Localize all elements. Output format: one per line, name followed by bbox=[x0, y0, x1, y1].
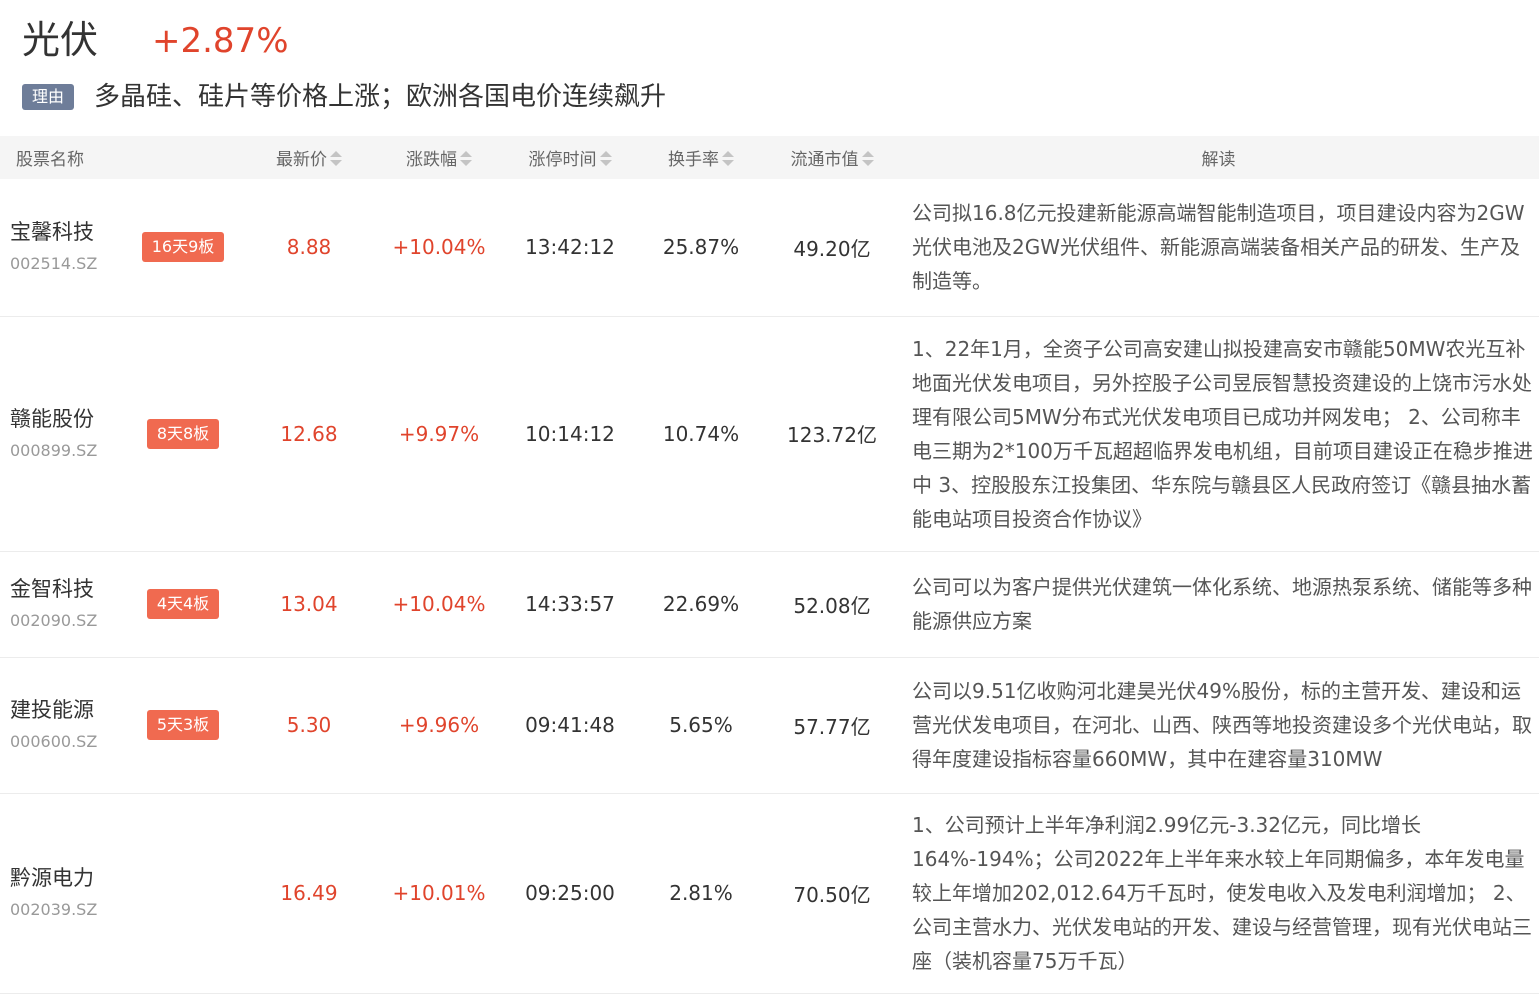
stock-name-cell[interactable]: 建投能源 000600.SZ bbox=[0, 657, 122, 793]
change-percent: +9.96% bbox=[398, 713, 480, 737]
reason-row: 理由 多晶硅、硅片等价格上涨；欧洲各国电价连续飙升 bbox=[22, 78, 666, 116]
sort-icon[interactable] bbox=[599, 151, 612, 167]
stock-code: 002039.SZ bbox=[10, 900, 98, 919]
col-header-turnover[interactable]: 换手率 bbox=[636, 136, 766, 179]
float-market-cap: 57.77亿 bbox=[793, 714, 871, 739]
stock-name-cell[interactable]: 金智科技 002090.SZ bbox=[0, 551, 122, 657]
turnover-rate: 10.74% bbox=[662, 421, 740, 446]
turnover-rate: 22.69% bbox=[662, 592, 740, 616]
limit-time: 09:41:48 bbox=[525, 713, 615, 737]
limit-time: 14:33:57 bbox=[525, 592, 615, 616]
col-header-float-cap[interactable]: 流通市值 bbox=[766, 136, 898, 179]
sector-header: 光伏 +2.87% 理由 多晶硅、硅片等价格上涨；欧洲各国电价连续飙升 bbox=[0, 0, 1539, 136]
streak-badge: 4天4板 bbox=[146, 589, 220, 619]
turnover-rate: 25.87% bbox=[662, 235, 740, 260]
sort-icon[interactable] bbox=[460, 151, 472, 167]
stock-description: 1、22年1月，全资子公司高安建山拟投建高安市赣能50MW农光互补地面光伏发电项… bbox=[912, 336, 1533, 531]
col-header-price[interactable]: 最新价 bbox=[244, 136, 374, 179]
sector-title: 光伏 bbox=[22, 18, 99, 62]
stock-name[interactable]: 金智科技 bbox=[10, 574, 122, 604]
streak-badge-cell bbox=[122, 793, 244, 993]
limit-time: 10:14:12 bbox=[525, 421, 615, 446]
stock-description: 公司可以为客户提供光伏建筑一体化系统、地源热泵系统、储能等多种能源供应方案 bbox=[912, 575, 1532, 633]
stock-description: 1、公司预计上半年净利润2.99亿元-3.32亿元，同比增长164%-194%；… bbox=[912, 813, 1532, 973]
limit-time: 09:25:00 bbox=[525, 881, 615, 905]
sort-icon[interactable] bbox=[330, 151, 342, 167]
table-header-row: 股票名称 最新价 涨跌幅 涨停时间 换手率 流通市值 解读 bbox=[0, 136, 1539, 179]
float-market-cap: 123.72亿 bbox=[787, 423, 877, 447]
float-market-cap: 52.08亿 bbox=[793, 593, 871, 618]
stock-name-cell[interactable]: 宝馨科技 002514.SZ bbox=[0, 179, 122, 316]
float-market-cap: 70.50亿 bbox=[793, 882, 871, 907]
stock-table: 股票名称 最新价 涨跌幅 涨停时间 换手率 流通市值 解读 宝馨科技 00251… bbox=[0, 136, 1539, 994]
stock-name[interactable]: 宝馨科技 bbox=[10, 217, 122, 247]
table-row[interactable]: 建投能源 000600.SZ 5天3板 5.30 +9.96% 09:41:48… bbox=[0, 657, 1539, 793]
col-header-limit-time[interactable]: 涨停时间 bbox=[504, 136, 636, 179]
col-header-name: 股票名称 bbox=[16, 150, 84, 170]
price: 8.88 bbox=[286, 235, 332, 260]
change-percent: +10.04% bbox=[392, 592, 486, 616]
stock-name-cell[interactable]: 黔源电力 002039.SZ bbox=[0, 793, 122, 993]
float-market-cap: 49.20亿 bbox=[793, 236, 871, 261]
col-header-badge bbox=[122, 136, 244, 179]
reason-text: 多晶硅、硅片等价格上涨；欧洲各国电价连续飙升 bbox=[94, 82, 667, 112]
table-row[interactable]: 宝馨科技 002514.SZ 16天9板 8.88 +10.04% 13:42:… bbox=[0, 179, 1539, 316]
stock-name[interactable]: 黔源电力 bbox=[10, 863, 122, 893]
col-header-change[interactable]: 涨跌幅 bbox=[374, 136, 504, 179]
stock-code: 000899.SZ bbox=[10, 440, 98, 460]
stock-description: 公司拟16.8亿元投建新能源高端智能制造项目，项目建设内容为2GW光伏电池及2G… bbox=[912, 201, 1525, 294]
sector-change: +2.87% bbox=[152, 21, 289, 61]
table-row[interactable]: 金智科技 002090.SZ 4天4板 13.04 +10.04% 14:33:… bbox=[0, 551, 1539, 657]
stock-code: 002514.SZ bbox=[10, 254, 98, 274]
table-row[interactable]: 赣能股份 000899.SZ 8天8板 12.68 +9.97% 10:14:1… bbox=[0, 316, 1539, 551]
stock-name[interactable]: 赣能股份 bbox=[10, 404, 122, 434]
streak-badge: 16天9板 bbox=[141, 232, 225, 263]
price: 13.04 bbox=[280, 592, 338, 616]
turnover-rate: 5.65% bbox=[669, 713, 733, 737]
change-percent: +10.04% bbox=[392, 235, 486, 260]
table-row[interactable]: 黔源电力 002039.SZ 16.49 +10.01% 09:25:00 2.… bbox=[0, 793, 1539, 993]
sort-icon[interactable] bbox=[861, 151, 874, 167]
turnover-rate: 2.81% bbox=[669, 881, 733, 905]
stock-name-cell[interactable]: 赣能股份 000899.SZ bbox=[0, 316, 122, 551]
reason-tag: 理由 bbox=[22, 84, 75, 110]
streak-badge: 8天8板 bbox=[146, 418, 220, 449]
stock-name[interactable]: 建投能源 bbox=[10, 695, 122, 725]
stock-description: 公司以9.51亿收购河北建昊光伏49%股份，标的主营开发、建设和运营光伏发电项目… bbox=[912, 679, 1532, 771]
sort-icon[interactable] bbox=[722, 151, 734, 167]
streak-badge: 5天3板 bbox=[146, 710, 220, 740]
limit-time: 13:42:12 bbox=[525, 235, 615, 260]
change-percent: +10.01% bbox=[392, 881, 486, 905]
stock-code: 002090.SZ bbox=[10, 611, 98, 630]
change-percent: +9.97% bbox=[398, 421, 480, 446]
price: 12.68 bbox=[280, 421, 338, 446]
price: 5.30 bbox=[286, 713, 332, 737]
price: 16.49 bbox=[280, 881, 338, 905]
col-header-desc: 解读 bbox=[1201, 150, 1236, 170]
stock-code: 000600.SZ bbox=[10, 732, 98, 751]
